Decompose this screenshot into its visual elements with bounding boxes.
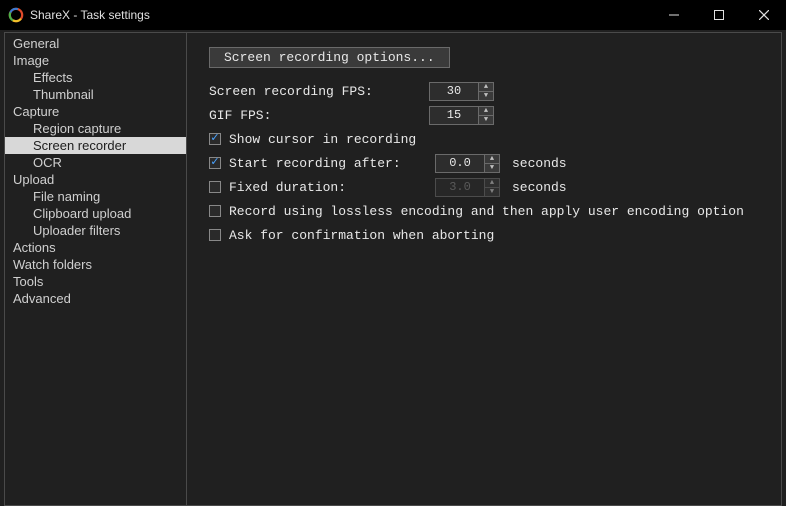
gif-fps-input[interactable] (430, 107, 478, 124)
settings-sidebar: GeneralImageEffectsThumbnailCaptureRegio… (5, 33, 187, 505)
show-cursor-checkbox[interactable]: ✓ (209, 133, 221, 145)
start-after-input[interactable] (436, 155, 484, 172)
fixed-duration-input (436, 179, 484, 196)
sidebar-item-file-naming[interactable]: File naming (5, 188, 186, 205)
minimize-icon (669, 10, 679, 20)
sidebar-item-watch-folders[interactable]: Watch folders (5, 256, 186, 273)
lossless-label: Record using lossless encoding and then … (229, 204, 744, 219)
main-panel: Screen recording options... Screen recor… (187, 33, 781, 505)
start-after-stepper[interactable]: ▲ ▼ (435, 154, 500, 173)
sidebar-item-actions[interactable]: Actions (5, 239, 186, 256)
sidebar-item-clipboard-upload[interactable]: Clipboard upload (5, 205, 186, 222)
ask-confirm-label: Ask for confirmation when aborting (229, 228, 494, 243)
fps-down-button[interactable]: ▼ (479, 92, 493, 100)
sidebar-item-thumbnail[interactable]: Thumbnail (5, 86, 186, 103)
start-after-down-button[interactable]: ▼ (485, 164, 499, 172)
sidebar-item-uploader-filters[interactable]: Uploader filters (5, 222, 186, 239)
gif-fps-up-button[interactable]: ▲ (479, 107, 493, 116)
sharex-icon (8, 7, 24, 23)
show-cursor-label: Show cursor in recording (229, 132, 416, 147)
sidebar-item-upload[interactable]: Upload (5, 171, 186, 188)
window-title: ShareX - Task settings (30, 8, 150, 22)
sidebar-item-capture[interactable]: Capture (5, 103, 186, 120)
sidebar-item-region-capture[interactable]: Region capture (5, 120, 186, 137)
fixed-duration-suffix: seconds (512, 180, 567, 195)
start-after-label: Start recording after: (229, 156, 435, 171)
screen-recording-options-button[interactable]: Screen recording options... (209, 47, 450, 68)
sidebar-item-general[interactable]: General (5, 35, 186, 52)
fps-stepper[interactable]: ▲ ▼ (429, 82, 494, 101)
start-after-suffix: seconds (512, 156, 567, 171)
lossless-checkbox[interactable]: ✓ (209, 205, 221, 217)
gif-fps-down-button[interactable]: ▼ (479, 116, 493, 124)
start-after-checkbox[interactable]: ✓ (209, 157, 221, 169)
fixed-duration-up-button: ▲ (485, 179, 499, 188)
fixed-duration-down-button: ▼ (485, 188, 499, 196)
start-after-up-button[interactable]: ▲ (485, 155, 499, 164)
sidebar-item-effects[interactable]: Effects (5, 69, 186, 86)
maximize-button[interactable] (696, 0, 741, 30)
gif-fps-stepper[interactable]: ▲ ▼ (429, 106, 494, 125)
maximize-icon (714, 10, 724, 20)
minimize-button[interactable] (651, 0, 696, 30)
sidebar-item-advanced[interactable]: Advanced (5, 290, 186, 307)
fps-label: Screen recording FPS: (209, 84, 429, 99)
gif-fps-label: GIF FPS: (209, 108, 429, 123)
fps-up-button[interactable]: ▲ (479, 83, 493, 92)
sidebar-item-image[interactable]: Image (5, 52, 186, 69)
fixed-duration-label: Fixed duration: (229, 180, 435, 195)
sidebar-item-tools[interactable]: Tools (5, 273, 186, 290)
fixed-duration-stepper: ▲ ▼ (435, 178, 500, 197)
close-icon (759, 10, 769, 20)
fixed-duration-checkbox[interactable]: ✓ (209, 181, 221, 193)
fps-input[interactable] (430, 83, 478, 100)
sidebar-item-screen-recorder[interactable]: Screen recorder (5, 137, 186, 154)
ask-confirm-checkbox[interactable]: ✓ (209, 229, 221, 241)
sidebar-item-ocr[interactable]: OCR (5, 154, 186, 171)
titlebar: ShareX - Task settings (0, 0, 786, 30)
close-button[interactable] (741, 0, 786, 30)
